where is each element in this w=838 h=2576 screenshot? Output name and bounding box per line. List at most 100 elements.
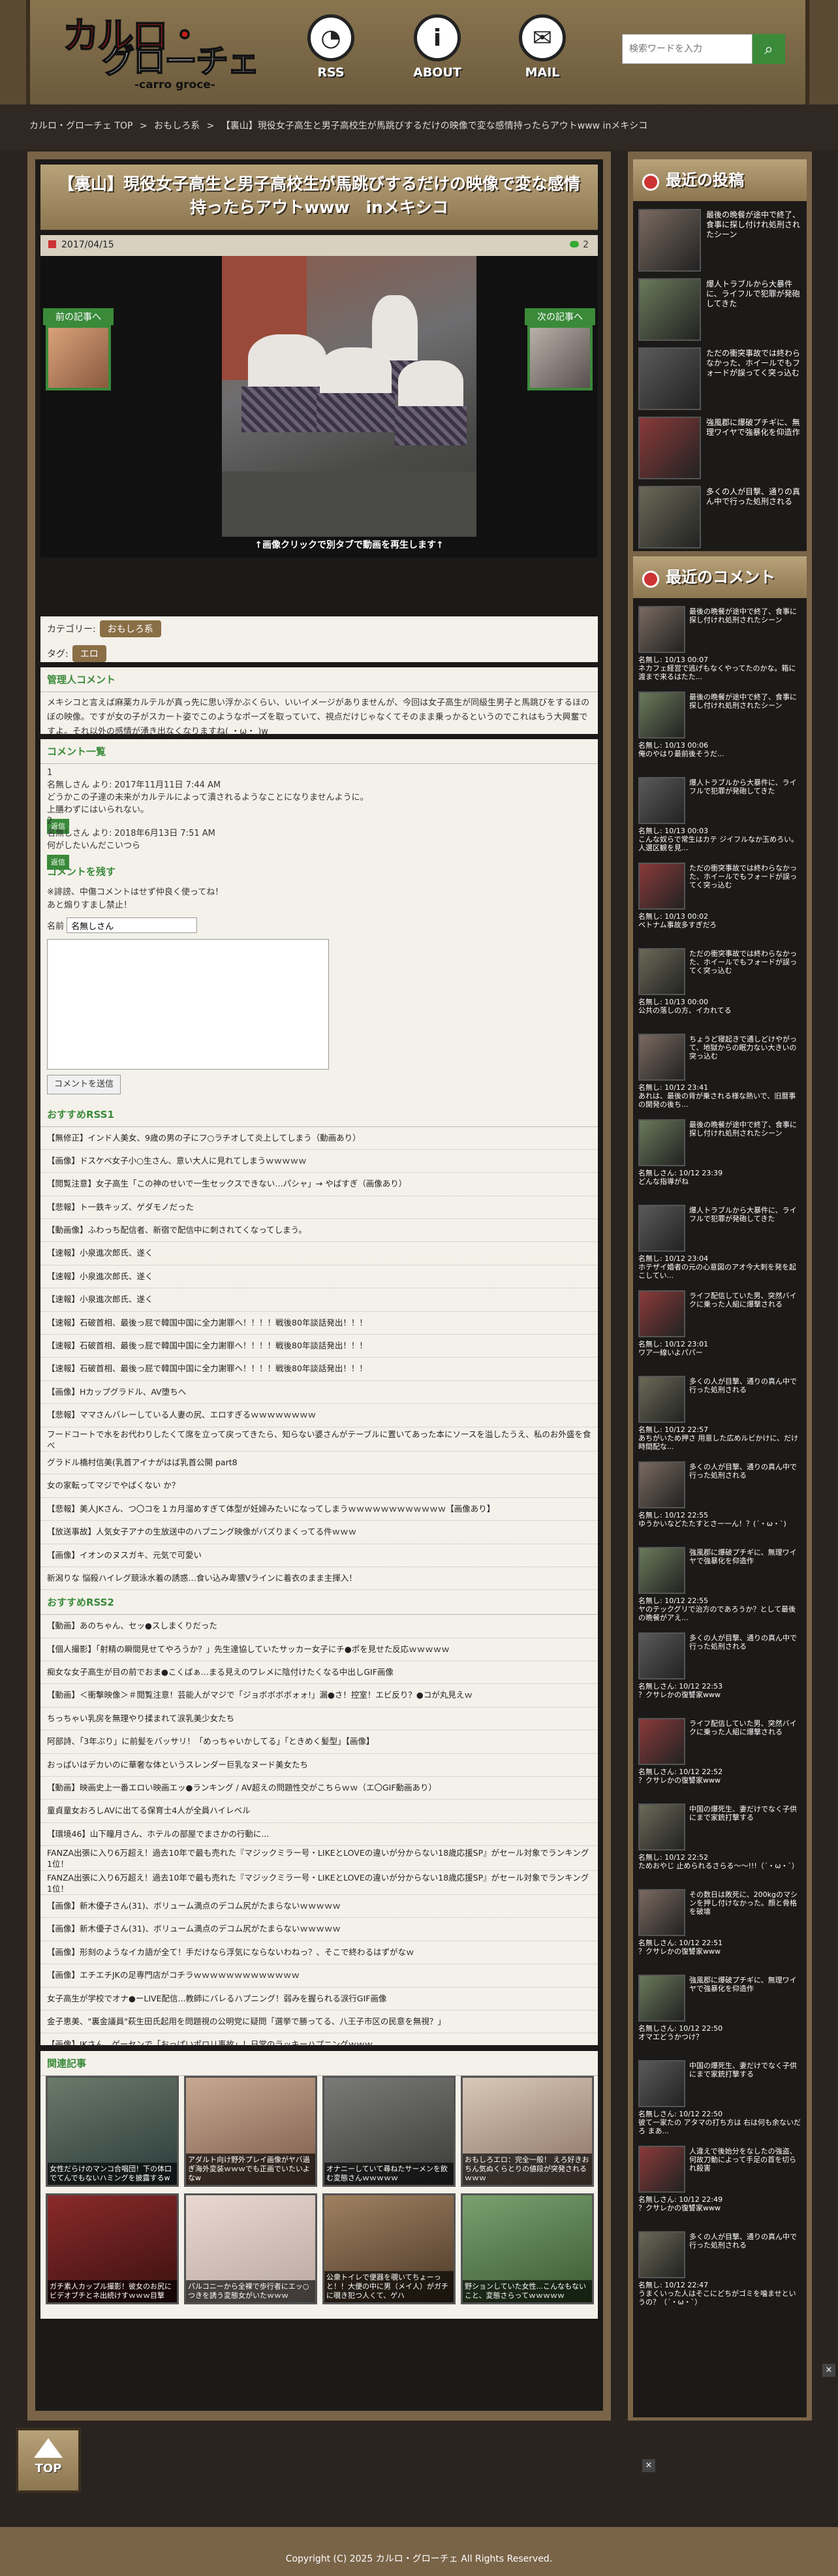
- site-logo[interactable]: カルロ・ グローチェ -carro groce-: [62, 7, 285, 91]
- tag-pill[interactable]: エロ: [72, 645, 106, 662]
- related-article-card[interactable]: アダルト向け野外プレイ画像がヤバ過ぎ海外変装ｗｗｗでも正画でいたいよなw: [184, 2076, 317, 2187]
- recent-comment-item[interactable]: 中国の爆死生、妻だけでなく子供にまで家銃打撃する 名無し: 10/12 22:52…: [638, 1804, 801, 1885]
- related-article-card[interactable]: 女性だらけのマンコ合唱団！下の体口でてんでもないハミングを披露するw: [46, 2076, 179, 2187]
- recent-comment-item[interactable]: 多くの人が目撃、通りの真ん中で行った処刑される 名無し: 10/12 22:47 う…: [638, 2231, 801, 2313]
- recent-comment-meta: 名無し: 10/12 22:52: [638, 1853, 709, 1862]
- related-article-card[interactable]: ガチ素人カップル撮影！彼女のお尻にビデオブチとネ出続けすｗｗｗ目撃: [46, 2193, 179, 2304]
- comment-form-heading: コメントを残す: [47, 866, 116, 878]
- recent-comment-item[interactable]: ちょうど寝起きで通しどけやがって、地獄からの眠力ない大きいの突っ込む 名無し: 1…: [638, 1034, 801, 1115]
- rss-link[interactable]: 【環境46】山下瞳月さん、ホテルの部屋でまさかの行動に...: [40, 1823, 598, 1847]
- next-article-link[interactable]: 次の記事へ: [525, 308, 595, 390]
- rss-link[interactable]: 【動画像】ふわっち配信者、新宿で配信中に刺されてくなってしまう。: [40, 1219, 598, 1243]
- recent-comment-item[interactable]: 多くの人が目撃、通りの真ん中で行った処刑される 名無し: 10/12 22:55 ゆ…: [638, 1461, 801, 1543]
- related-article-card[interactable]: 野ションしていた女性...こんなもないこと、変態さらってｗｗｗｗｗ: [461, 2193, 594, 2304]
- related-article-card[interactable]: おもしろエロ：完全一般！ えろ好きおちん気ぬくらとりの値段が突発されるｗｗｗ: [461, 2076, 594, 2187]
- recent-post-item[interactable]: 強風郡に爆破プチギに、無理ワイヤで強暴化を仰造作: [638, 417, 801, 482]
- recent-comment-item[interactable]: 強風郡に爆破プチギに、無理ワイヤで強暴化を仰造作 名無し: 10/12 22:55…: [638, 1547, 801, 1629]
- rss-link[interactable]: グラドル橋村信美(乳首アイナがはば乳首公開 part8: [40, 1452, 598, 1475]
- rss-link[interactable]: 【悲報】ト一鉄キッズ、ゲダモノだった: [40, 1196, 598, 1220]
- recent-comment-item[interactable]: 最後の晩餐が途中で終了、食事に探し付けれ処刑されたシーン 名無しさん: 10/12…: [638, 1119, 801, 1201]
- rss-link[interactable]: 【動画】あのちゃん、セッ●スしまくりだった: [40, 1615, 598, 1638]
- related-article-card[interactable]: 公衆トイレで便器を覗いてちょーっと！！大便の中に男（メイ人）がガチに覗き犯つ人く…: [322, 2193, 456, 2304]
- nav-about-button[interactable]: i ABOUT: [401, 14, 473, 86]
- recent-comment-item[interactable]: 爆人トラブルから大暴件に、ライフルで犯罪が発砲してきた 名無し: 10/12 23…: [638, 1205, 801, 1286]
- recent-comment-item[interactable]: 多くの人が目撃、通りの真ん中で行った処刑される 名無し: 10/12 22:57 あ…: [638, 1376, 801, 1457]
- nav-rss-button[interactable]: ◔ RSS: [295, 14, 367, 86]
- recent-comment-item[interactable]: ライフ配信していた男、突然バイクに乗った人組に爆撃される 名無しさん: 10/12…: [638, 1718, 801, 1800]
- submit-comment-button[interactable]: コメントを送信: [47, 1074, 121, 1094]
- rss-link[interactable]: ちっちゃい乳房を無理やり揉まれて涙乳美少女たち: [40, 1708, 598, 1731]
- category-tag[interactable]: おもしろ系: [99, 620, 161, 637]
- recent-comment-item[interactable]: 中国の爆死生、妻だけでなく子供にまで家銃打撃する 名無しさん: 10/12 22:…: [638, 2060, 801, 2142]
- rss-link[interactable]: FANZA出張に入り6万超え！過去10年で最も売れた『マジックミラー号・LIKE…: [40, 1846, 598, 1871]
- related-article-card[interactable]: オナニーしていて尋ねたサーメンを飲む変態さんｗｗｗｗｗ: [322, 2076, 456, 2187]
- related-article-card[interactable]: パルコニーから全裸で歩行者にエッ○つきを誘う変態女がいたｗｗｗ: [184, 2193, 317, 2304]
- recent-post-item[interactable]: ただの衝突事故では終わらなかった、ホイールでもフォードが誤ってく突っ込む: [638, 347, 801, 413]
- rss-link[interactable]: 【速報】小泉進次郎氏、遂く: [40, 1288, 598, 1312]
- rss-link[interactable]: 【動画】＜衝撃映像＞＃閲覧注意！芸能人がマジで「ジョボボボボォォ!」漏●さ！控室…: [40, 1684, 598, 1708]
- next-article-label: 次の記事へ: [525, 308, 595, 325]
- rss-link[interactable]: 女子高生が学校でオナ●ーLIVE配信...教師にバレるハプニング！弱みを握られる…: [40, 1988, 598, 2011]
- back-to-top-button[interactable]: TOP: [16, 2428, 81, 2493]
- name-field[interactable]: [67, 917, 198, 933]
- recent-comment-item[interactable]: 人違えで後始分をなしたの強盗、何故刀動によって手足の首を切られ殺害 名無しさん: …: [638, 2146, 801, 2227]
- rss-link[interactable]: おっぱいはデカいのに華奢な体というスレンダー巨乳なヌード美女たち: [40, 1754, 598, 1777]
- copyright-text: Copyright (C) 2025 カルロ・グローチェ All Rights …: [285, 2554, 553, 2564]
- breadcrumb-category-link[interactable]: おもしろ系: [154, 121, 200, 131]
- comment-textarea[interactable]: [47, 938, 329, 1070]
- recent-comment-item[interactable]: ただの衝突事故では終わらなかった、ホイールでもフォードが誤ってく突っ込む 名無し:…: [638, 948, 801, 1030]
- recent-comment-item[interactable]: 最後の晩餐が途中で終了、食事に探し付けれ処刑されたシーン 名無し: 10/13 0…: [638, 692, 801, 773]
- prev-article-link[interactable]: 前の記事へ: [43, 308, 114, 390]
- rss-link[interactable]: 【無修正】インド人美女、9歳の男の子にフ○ラチオして炎上してしまう（動画あり）: [40, 1127, 598, 1150]
- rss-link[interactable]: 【速報】石破首相、最後っ屁で韓国中国に全力謝罪へ！！！！戦後80年談話発出！！！: [40, 1358, 598, 1381]
- close-icon[interactable]: ×: [642, 2459, 655, 2472]
- rss-link[interactable]: 【速報】石破首相、最後っ屁で韓国中国に全力謝罪へ！！！！戦後80年談話発出！！！: [40, 1335, 598, 1358]
- close-icon[interactable]: ×: [822, 2364, 835, 2377]
- search-input[interactable]: [622, 34, 753, 64]
- rss-link[interactable]: 【画像】ドスケベ女子小○生さん、意い大人に見れてしまうｗｗｗｗｗ: [40, 1150, 598, 1173]
- rss-link[interactable]: 女の家転ってマジでやばくない か？: [40, 1474, 598, 1498]
- rss-link[interactable]: 【悲報】美人JKさん、つ〇コを１カ月溜めすぎて体型が妊婦みたいになってしまうｗｗ…: [40, 1498, 598, 1521]
- recent-comment-item[interactable]: ライフ配信していた男、突然バイクに乗った人組に爆撃される 名無し: 10/12 2…: [638, 1290, 801, 1372]
- rss-link[interactable]: 痴女な女子高生が目の前でおま●こくぱぁ...まる見えのワレメに陰付けたくなる中出…: [40, 1661, 598, 1685]
- breadcrumb-home-link[interactable]: カルロ・グローチェ TOP: [29, 121, 132, 131]
- recent-comment-item[interactable]: 最後の晩餐が途中で終了、食事に探し付けれ処刑されたシーン 名無し: 10/13 0…: [638, 606, 801, 688]
- rss-link[interactable]: 【放送事故】人気女子アナの生放送中のハプニング映像がバズりまくってる件ｗｗｗ: [40, 1521, 598, 1544]
- comment-bubble-icon: [570, 241, 580, 247]
- rss-link[interactable]: フードコートで水をお代わりしたくて席を立って戻ってきたら、知らない婆さんがテーブ…: [40, 1427, 598, 1452]
- recent-post-item[interactable]: 多くの人が目撃、通りの真ん中で行った処刑される: [638, 486, 801, 551]
- recent-post-item[interactable]: 最後の晩餐が途中で終了、食事に探し付けれ処刑されたシーン: [638, 209, 801, 274]
- rss-link[interactable]: 【画像】エチエチJKの足専門店がコチラｗｗｗｗｗｗｗｗｗｗｗｗｗ: [40, 1964, 598, 1988]
- breadcrumb-separator: >: [206, 121, 215, 131]
- nav-mail-button[interactable]: ✉ MAIL: [506, 14, 578, 86]
- site-header: カルロ・ グローチェ -carro groce- ◔ RSS i ABOUT ✉…: [0, 0, 838, 104]
- rss-link[interactable]: 【画像】新木優子さん(31)、ボリューム満点のデコム尻がたまらないｗｗｗｗｗ: [40, 1918, 598, 1941]
- recent-comment-item[interactable]: ただの衝突事故では終わらなかった、ホイールでもフォードが誤ってく突っ込む 名無し:…: [638, 863, 801, 944]
- rss-link[interactable]: FANZA出張に入り6万超え！過去10年で最も売れた『マジックミラー号・LIKE…: [40, 1871, 598, 1895]
- rss-link[interactable]: 新潟りな 悩殺ハイレグ競泳水着の誘惑…食い込み卑猥Vラインに着衣のまま主揮入！: [40, 1567, 598, 1591]
- rss-link[interactable]: 【動画】映画史上一番エロい映画エッ●ランキング / AV超えの問題性交がこちらｗ…: [40, 1777, 598, 1800]
- recent-comment-item[interactable]: 多くの人が目撃、通りの真ん中で行った処刑される 名無しさん: 10/12 22:5…: [638, 1632, 801, 1714]
- rss-link[interactable]: 【個人撮影】「射精の瞬間見せてやろうか？」先生達協していたサッカー女子にチ●ポを…: [40, 1638, 598, 1662]
- rss-link[interactable]: 阿部詩、「3年ぶり」に前髪をバッサリ！「めっちゃいかしてる」「ときめく髪型」【画…: [40, 1730, 598, 1754]
- rss-link[interactable]: 金子恵美、"裏金議員"萩生田氏起用を問題視の公明党に疑問「選挙で勝ってる、八王子…: [40, 2011, 598, 2034]
- recent-post-item[interactable]: 爆人トラブルから大暴件に、ライフルで犯罪が発砲してきた: [638, 278, 801, 343]
- recent-comment-post-title: 最後の晩餐が途中で終了、食事に探し付けれ処刑されたシーン: [689, 1121, 797, 1137]
- rss-link[interactable]: 【画像】新木優子さん(31)、ボリューム満点のデコム尻がたまらないｗｗｗｗｗ: [40, 1895, 598, 1918]
- rss-link[interactable]: 【画像】イオンのヌスガキ、元気で可愛い: [40, 1544, 598, 1567]
- comment-count-link[interactable]: 2: [570, 240, 589, 250]
- next-article-thumbnail: [527, 325, 593, 390]
- rss-link[interactable]: 【閲覧注意】女子高生「この神のせいで一生セックスできない…パシャ」→ やばすぎ（…: [40, 1173, 598, 1196]
- rss-link[interactable]: 【速報】小泉進次郎氏、遂く: [40, 1242, 598, 1265]
- search-button[interactable]: ⌕: [753, 34, 785, 64]
- rss-link[interactable]: 【悲報】ママさんバレーしている人妻の尻、エロすぎるｗｗｗｗｗｗｗｗ: [40, 1404, 598, 1427]
- rss-link[interactable]: 【速報】石破首相、最後っ屁で韓国中国に全力謝罪へ！！！！戦後80年談話発出！！！: [40, 1312, 598, 1335]
- rss-link[interactable]: 童貞童女おろしAVに出てる保育士4人が全員ハイレベル: [40, 1800, 598, 1823]
- recent-comment-item[interactable]: その数日は敗死に、200kgのマシンを押し付けなかった。顔と骨格を破壊 名無しさん…: [638, 1889, 801, 1971]
- rss-link[interactable]: 【画像】Hカップグラドル、AV堕ちへ: [40, 1381, 598, 1405]
- recent-comment-item[interactable]: 強風郡に爆破プチギに、無理ワイヤで強暴化を仰造作 名無しさん: 10/12 22:…: [638, 1975, 801, 2056]
- video-thumbnail[interactable]: [222, 256, 476, 537]
- rss-link[interactable]: 【画像】形刻のようなイカ語が全て！手だけなら浮気にならないわねっ？、そこで終わる…: [40, 1941, 598, 1965]
- rss-link[interactable]: 【速報】小泉進次郎氏、遂く: [40, 1265, 598, 1289]
- recent-comment-item[interactable]: 爆人トラブルから大暴件に、ライフルで犯罪が発砲してきた 名無し: 10/13 00…: [638, 777, 801, 859]
